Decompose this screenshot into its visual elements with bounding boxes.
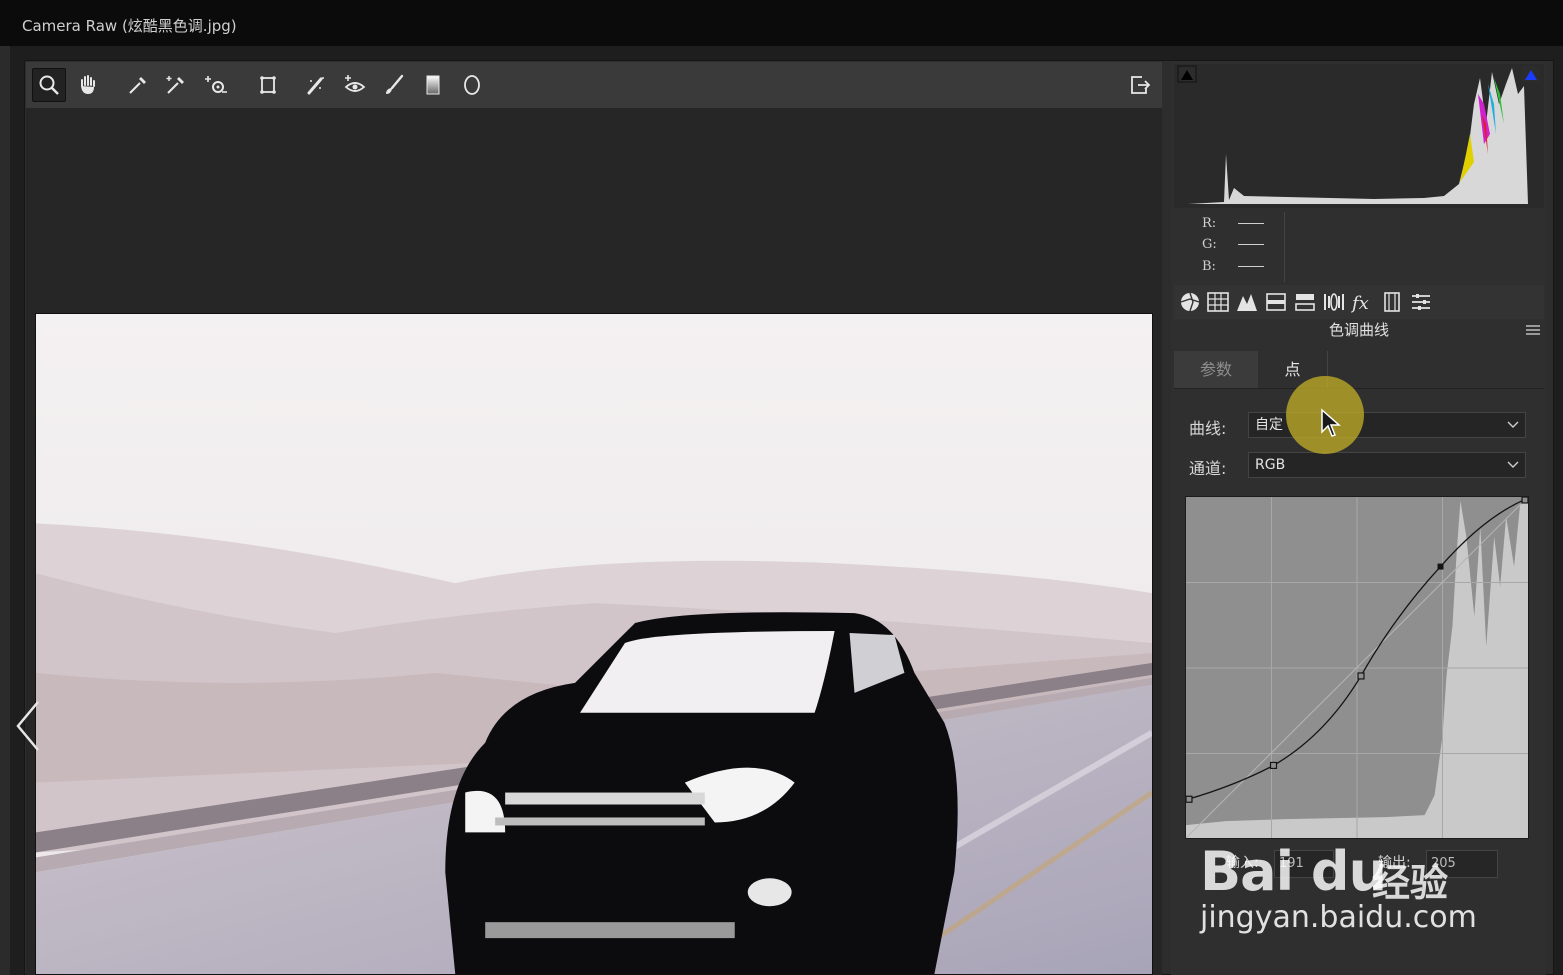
zoom-icon (39, 75, 59, 95)
previous-image-button[interactable] (12, 698, 48, 754)
input-label: 输入: (1226, 855, 1259, 871)
g-readout: G: (1202, 237, 1264, 252)
targeted-adjustment-tool-button[interactable] (199, 68, 233, 102)
presets-panel-tab[interactable] (1409, 290, 1433, 314)
zoom-tool-button[interactable] (32, 68, 66, 102)
open-export-icon (1131, 76, 1151, 94)
split-toning-icon (1295, 294, 1315, 311)
hand-tool-button[interactable] (71, 68, 105, 102)
crop-tool-button[interactable] (251, 68, 285, 102)
calibration-panel-tab[interactable] (1380, 290, 1404, 314)
toolbar (26, 62, 1162, 108)
mouse-pointer-icon (1321, 408, 1341, 437)
basic-panel-tab[interactable] (1178, 290, 1202, 314)
output-label: 输出: (1378, 855, 1411, 871)
chevron-down-icon (1507, 461, 1519, 468)
tone-curve-icon (1207, 292, 1229, 312)
red-eye-icon (344, 75, 366, 92)
output-value[interactable]: 205 (1426, 850, 1498, 878)
chevron-left-icon (16, 701, 39, 751)
brush-icon (386, 74, 404, 94)
effects-panel-tab[interactable]: fx (1350, 290, 1375, 314)
adjustment-brush-tool-button[interactable] (377, 68, 411, 102)
hsl-icon (1266, 293, 1286, 311)
b-readout: B: (1202, 259, 1264, 274)
input-value[interactable]: 191 (1274, 850, 1334, 878)
curve-select-value: 自定 (1255, 417, 1283, 433)
panel-tab-bar: fx (1174, 285, 1544, 319)
tone-curve-panel-tab[interactable] (1206, 290, 1230, 314)
curve-label: 曲线: (1189, 419, 1227, 438)
graduated-filter-icon (426, 75, 440, 95)
lens-panel-tab[interactable] (1322, 290, 1346, 314)
tone-curve-editor[interactable] (1185, 496, 1529, 839)
aperture-icon (1180, 292, 1200, 312)
red-eye-tool-button[interactable] (338, 68, 372, 102)
tab-parametric[interactable]: 参数 (1174, 351, 1258, 388)
color-sampler-tool-button[interactable] (159, 68, 193, 102)
panel-menu-icon[interactable] (1526, 324, 1540, 336)
title-bar: Camera Raw (炫酷黑色调.jpg) (0, 0, 1563, 46)
film-icon (1384, 292, 1400, 312)
open-export-button[interactable] (1123, 68, 1157, 102)
channel-label: 通道: (1189, 459, 1227, 478)
spot-removal-tool-button[interactable] (299, 68, 333, 102)
sliders-icon (1412, 294, 1430, 310)
rgb-readout: R: G: B: (1174, 210, 1544, 284)
detail-panel-tab[interactable] (1235, 290, 1259, 314)
spot-removal-icon (307, 77, 324, 95)
target-adjust-icon (205, 76, 227, 93)
white-balance-tool-button[interactable] (121, 68, 155, 102)
color-sampler-icon (166, 76, 184, 94)
radial-filter-tool-button[interactable] (455, 68, 489, 102)
window-title: Camera Raw (炫酷黑色调.jpg) (22, 17, 237, 35)
eyedropper-icon (129, 77, 146, 94)
graduated-filter-tool-button[interactable] (416, 68, 450, 102)
chevron-down-icon (1507, 421, 1519, 428)
channel-select[interactable]: RGB (1248, 452, 1526, 478)
r-readout: R: (1202, 216, 1264, 231)
histogram (1174, 64, 1544, 208)
lens-icon (1324, 293, 1344, 311)
curve-tabs: 参数 点 (1174, 351, 1544, 389)
hand-icon (81, 75, 95, 94)
left-edge (0, 46, 10, 975)
preview-photo (35, 313, 1153, 975)
crop-icon (260, 76, 276, 94)
panel-header: 色调曲线 (1174, 319, 1544, 343)
svg-text:fx: fx (1351, 293, 1369, 314)
panel-title: 色调曲线 (1328, 321, 1389, 339)
fx-icon: fx (1350, 293, 1369, 314)
channel-select-value: RGB (1255, 457, 1286, 473)
hsl-panel-tab[interactable] (1264, 290, 1288, 314)
detail-icon (1237, 294, 1257, 311)
radial-filter-icon (464, 75, 480, 95)
split-toning-panel-tab[interactable] (1293, 290, 1317, 314)
